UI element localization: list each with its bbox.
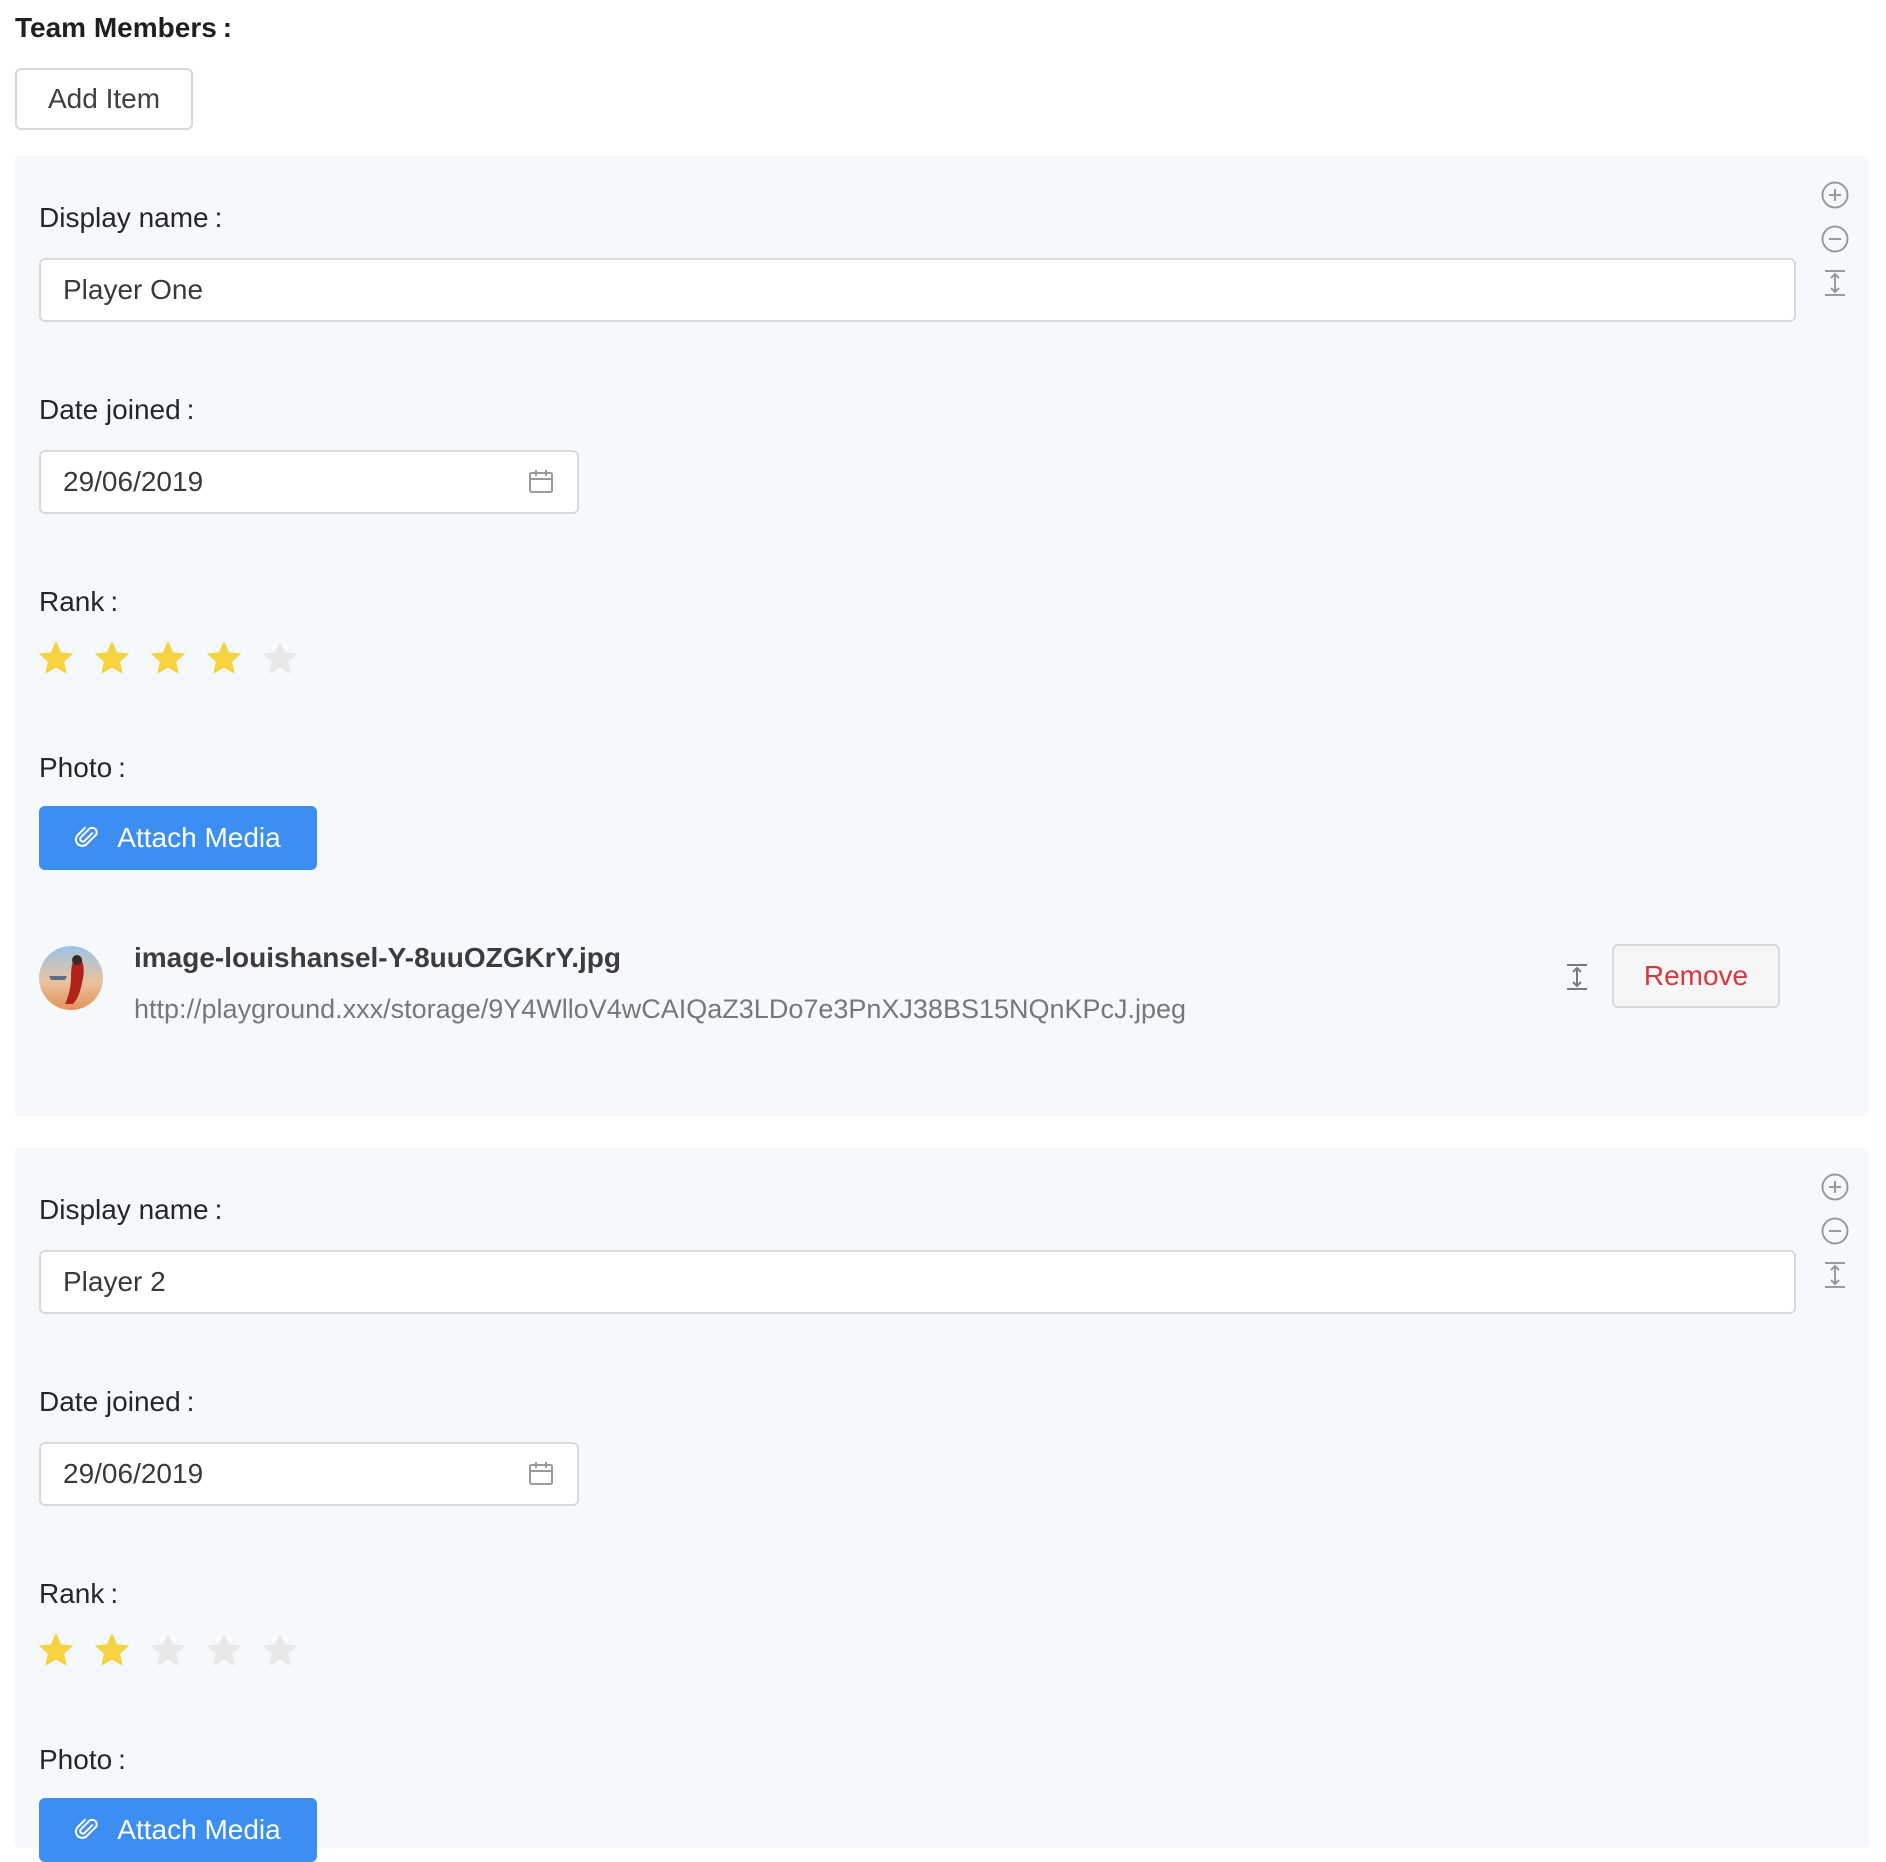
star-icon-empty[interactable] bbox=[204, 1630, 244, 1670]
display-name-input[interactable]: Player 2 bbox=[39, 1250, 1796, 1314]
photo-thumbnail-image bbox=[39, 946, 103, 1010]
display-name-value: Player One bbox=[63, 274, 204, 305]
star-icon-filled[interactable] bbox=[92, 638, 132, 678]
display-name-value: Player 2 bbox=[63, 1266, 166, 1297]
add-item-button[interactable]: Add Item bbox=[15, 68, 193, 130]
date-joined-label: Date joined: bbox=[39, 394, 195, 425]
attach-media-button[interactable]: Attach Media bbox=[39, 806, 317, 870]
photo-file-name: image-louishansel-Y-8uuOZGKrY.jpg bbox=[134, 942, 621, 973]
rank-rating[interactable] bbox=[36, 1630, 300, 1670]
member-card: Display name: Player One Date joined: 29… bbox=[14, 156, 1870, 1116]
display-name-label: Display name: bbox=[39, 202, 223, 233]
star-icon-filled[interactable] bbox=[204, 638, 244, 678]
attach-media-button[interactable]: Attach Media bbox=[39, 1798, 317, 1862]
plus-circle-icon[interactable] bbox=[1820, 1172, 1850, 1202]
paperclip-icon bbox=[75, 1818, 98, 1839]
attach-media-label: Attach Media bbox=[117, 1814, 281, 1845]
date-value: 29/06/2019 bbox=[63, 466, 204, 497]
plus-circle-icon[interactable] bbox=[1820, 180, 1850, 210]
date-joined-input[interactable]: 29/06/2019 bbox=[39, 450, 579, 514]
star-icon-filled[interactable] bbox=[36, 1630, 76, 1670]
date-joined-input[interactable]: 29/06/2019 bbox=[39, 1442, 579, 1506]
item-controls bbox=[1820, 1172, 1850, 1304]
column-height-icon[interactable] bbox=[1820, 1260, 1850, 1290]
item-controls bbox=[1820, 180, 1850, 312]
rank-label: Rank: bbox=[39, 1578, 119, 1609]
star-icon-filled[interactable] bbox=[36, 638, 76, 678]
star-icon-empty[interactable] bbox=[260, 638, 300, 678]
remove-label: Remove bbox=[1643, 960, 1749, 991]
minus-circle-icon[interactable] bbox=[1820, 224, 1850, 254]
rank-rating[interactable] bbox=[36, 638, 300, 678]
column-height-icon[interactable] bbox=[1820, 268, 1850, 298]
star-icon-filled[interactable] bbox=[92, 1630, 132, 1670]
photo-thumbnail bbox=[39, 946, 103, 1010]
photo-file-url[interactable]: http://playground.xxx/storage/9Y4WlloV4w… bbox=[134, 994, 1186, 1025]
photo-label: Photo: bbox=[39, 752, 126, 783]
paperclip-icon bbox=[75, 826, 98, 847]
minus-circle-icon[interactable] bbox=[1820, 1216, 1850, 1246]
column-height-icon[interactable] bbox=[1562, 962, 1592, 992]
display-name-label: Display name: bbox=[39, 1194, 223, 1225]
rank-label: Rank: bbox=[39, 586, 119, 617]
photo-label: Photo: bbox=[39, 1744, 126, 1775]
calendar-icon bbox=[529, 470, 553, 493]
remove-button[interactable]: Remove bbox=[1612, 944, 1780, 1008]
team-members-form: Team Members: Add Item Display name: Pla… bbox=[0, 0, 1886, 1862]
section-title-text: Team Members bbox=[15, 12, 217, 43]
calendar-icon bbox=[529, 1462, 553, 1485]
member-card: Display name: Player 2 Date joined: 29/0… bbox=[14, 1148, 1870, 1862]
star-icon-empty[interactable] bbox=[260, 1630, 300, 1670]
display-name-input[interactable]: Player One bbox=[39, 258, 1796, 322]
section-title-colon: : bbox=[222, 12, 233, 43]
section-title: Team Members: bbox=[15, 12, 232, 44]
date-value: 29/06/2019 bbox=[63, 1458, 204, 1489]
date-joined-label: Date joined: bbox=[39, 1386, 195, 1417]
star-icon-empty[interactable] bbox=[148, 1630, 188, 1670]
attach-media-label: Attach Media bbox=[117, 822, 281, 853]
star-icon-filled[interactable] bbox=[148, 638, 188, 678]
